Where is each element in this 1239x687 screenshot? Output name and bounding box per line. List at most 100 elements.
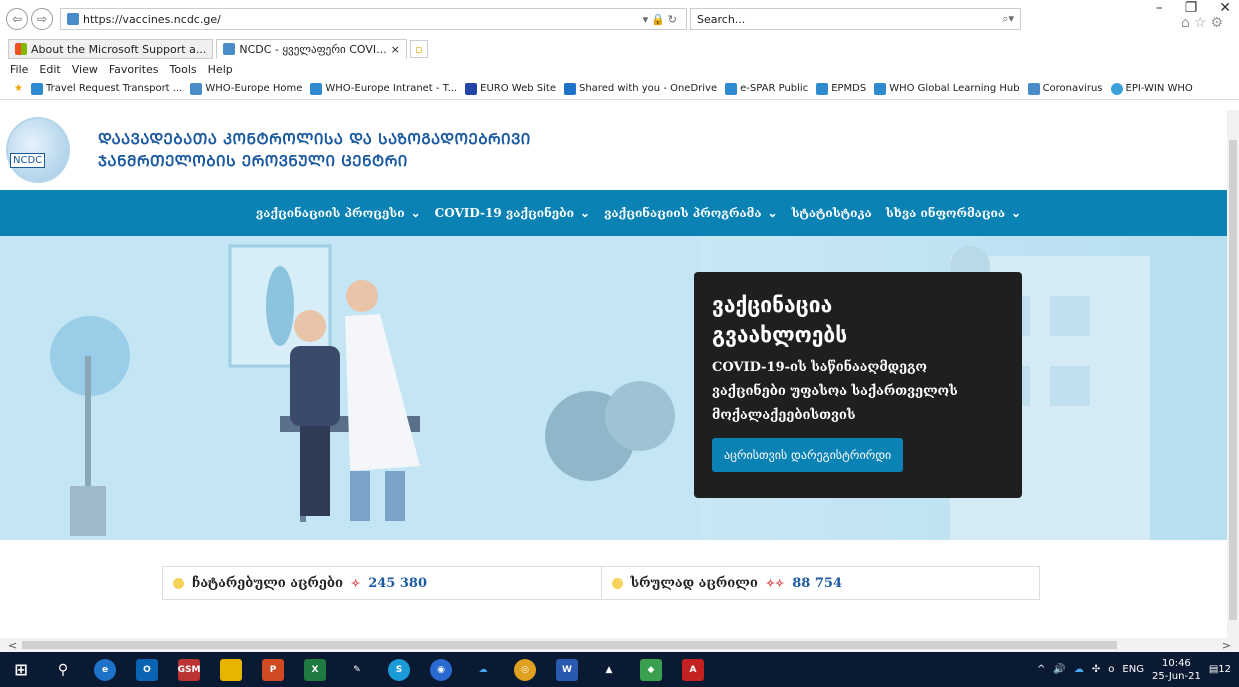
tab-microsoft-support[interactable]: About the Microsoft Support a... xyxy=(8,39,214,59)
stat-value: 245 380 xyxy=(368,575,427,591)
register-button[interactable]: აცრისთვის დარეგისტრირდი xyxy=(712,438,904,472)
chrome-icon[interactable]: ◎ xyxy=(514,658,536,681)
back-button[interactable]: ⇦ xyxy=(6,8,28,30)
favorite-link[interactable]: EURO Web Site xyxy=(465,82,556,95)
tray-expand-icon[interactable]: ^ xyxy=(1037,664,1045,675)
nav-other-info[interactable]: სხვა ინფორმაცია ⌄ xyxy=(886,206,1021,220)
chevron-down-icon: ⌄ xyxy=(1011,206,1022,220)
excel-icon[interactable]: X xyxy=(304,658,326,681)
favorite-link[interactable]: EPMDS xyxy=(816,82,866,95)
app-green-icon[interactable]: ◆ xyxy=(640,658,662,681)
status-dot-icon xyxy=(173,577,184,589)
outlook-icon[interactable]: O xyxy=(136,658,158,681)
favorite-link[interactable]: Coronavirus xyxy=(1027,82,1103,95)
close-icon[interactable]: ✕ xyxy=(1219,0,1231,16)
menu-favorites[interactable]: Favorites xyxy=(109,63,159,76)
window-controls: – ❐ ✕ xyxy=(1156,0,1231,16)
nav-statistics[interactable]: სტატისტიკა xyxy=(792,206,872,220)
hero-title-line2: გვაახლოებს xyxy=(712,323,848,347)
notifications-icon[interactable]: ▤12 xyxy=(1209,664,1231,675)
skype-icon[interactable]: S xyxy=(388,658,410,681)
site-name[interactable]: ᲓᲐᲐᲕᲐᲓᲔᲑᲐᲗᲐ ᲙᲝᲜᲢᲠᲝᲚᲘᲡᲐ ᲓᲐ ᲡᲐᲖᲝᲒᲐᲓᲝᲔᲑᲠᲘᲕᲘ… xyxy=(98,128,531,172)
language-indicator[interactable]: ENG xyxy=(1122,664,1144,675)
clock[interactable]: 10:46 25-Jun-21 xyxy=(1152,657,1201,683)
onedrive-tray-icon[interactable]: ☁ xyxy=(1074,664,1084,675)
favorite-link[interactable]: EPI-WIN WHO xyxy=(1110,82,1193,95)
hero-text: COVID-19-ის საწინააღმდეგო ვაქცინები უფას… xyxy=(712,360,958,423)
dropbox-icon[interactable]: ✣ xyxy=(1092,664,1100,675)
word-icon[interactable]: W xyxy=(556,658,578,681)
horizontal-scrollbar[interactable]: < > xyxy=(0,638,1239,652)
url-field[interactable]: https://vaccines.ncdc.ge/ ▾🔒↻ xyxy=(60,8,687,30)
nav-vaccination-program[interactable]: ვაქცინაციის პროგრამა ⌄ xyxy=(604,206,777,220)
chevron-down-icon: ⌄ xyxy=(410,206,421,220)
search-placeholder: Search... xyxy=(697,12,746,26)
vaccination-illustration xyxy=(0,236,700,540)
favorite-link[interactable]: Travel Request Transport ... xyxy=(30,82,182,95)
internet-explorer-icon[interactable]: e xyxy=(94,658,116,681)
site-header: NCDC ᲓᲐᲐᲕᲐᲓᲔᲑᲐᲗᲐ ᲙᲝᲜᲢᲠᲝᲚᲘᲡᲐ ᲓᲐ ᲡᲐᲖᲝᲒᲐᲓᲝᲔ… xyxy=(0,110,1227,190)
acrobat-icon[interactable]: A xyxy=(682,658,704,681)
sparkle-icon: ✧ xyxy=(350,576,361,590)
url-text: https://vaccines.ncdc.ge/ xyxy=(83,12,221,26)
vertical-scrollbar[interactable] xyxy=(1227,110,1239,638)
address-bar-row: ⇦ ⇨ https://vaccines.ncdc.ge/ ▾🔒↻ Search… xyxy=(0,0,1239,38)
tab-ncdc[interactable]: NCDC - ყველაფერი COVI... × xyxy=(216,39,407,59)
photos-icon[interactable]: ▲ xyxy=(598,659,620,681)
new-tab-button[interactable]: ▫ xyxy=(409,40,428,58)
onedrive-icon[interactable]: ☁ xyxy=(472,659,494,681)
site-favicon xyxy=(67,13,79,25)
search-icon[interactable]: ⚲ xyxy=(52,659,74,681)
menu-view[interactable]: View xyxy=(72,63,98,76)
site-name-line1: ᲓᲐᲐᲕᲐᲓᲔᲑᲐᲗᲐ ᲙᲝᲜᲢᲠᲝᲚᲘᲡᲐ ᲓᲐ ᲡᲐᲖᲝᲒᲐᲓᲝᲔᲑᲠᲘᲕᲘ xyxy=(98,130,531,148)
windows-start-icon[interactable]: ⊞ xyxy=(10,659,32,681)
menu-help[interactable]: Help xyxy=(208,63,233,76)
scroll-thumb[interactable] xyxy=(22,641,1117,649)
favorite-link[interactable]: Shared with you - OneDrive xyxy=(563,82,717,95)
scroll-right-icon[interactable]: > xyxy=(1222,639,1231,652)
powerpoint-icon[interactable]: P xyxy=(262,658,284,681)
site-name-line2: ᲯᲐᲜᲛᲠᲗᲔᲚᲝᲑᲘᲡ ᲔᲠᲝᲕᲜᲣᲚᲘ ᲪᲔᲜᲢᲠᲘ xyxy=(98,152,408,170)
scroll-left-icon[interactable]: < xyxy=(8,639,17,652)
chat-icon[interactable]: ◉ xyxy=(430,658,452,681)
forward-button[interactable]: ⇨ xyxy=(31,8,53,30)
menu-edit[interactable]: Edit xyxy=(39,63,60,76)
hero-title-line1: ვაქცინაცია xyxy=(712,293,833,317)
favorites-star-icon[interactable]: ★ xyxy=(14,83,23,94)
search-icon[interactable]: ⌕▾ xyxy=(1002,12,1014,26)
minimize-icon[interactable]: – xyxy=(1156,0,1163,16)
scroll-thumb[interactable] xyxy=(1229,140,1237,620)
nav-vaccination-process[interactable]: ვაქცინაციის პროცესი ⌄ xyxy=(256,206,421,220)
ncdc-logo[interactable]: NCDC xyxy=(6,117,70,183)
stat-fully-vaccinated: სრულად აცრილი ✧✧ 88 754 xyxy=(600,567,1040,599)
favorite-link[interactable]: WHO-Europe Home xyxy=(190,82,302,95)
menu-tools[interactable]: Tools xyxy=(170,63,197,76)
logo-text: NCDC xyxy=(10,153,46,168)
file-explorer-icon[interactable] xyxy=(220,658,242,681)
gsm-icon[interactable]: GSM xyxy=(178,658,200,681)
stat-value: 88 754 xyxy=(792,575,842,591)
system-tray: ^ 🔊 ☁ ✣ o ENG 10:46 25-Jun-21 ▤12 xyxy=(1037,657,1239,683)
outlook-tray-icon[interactable]: o xyxy=(1108,664,1114,675)
pen-icon[interactable]: ✎ xyxy=(346,659,368,681)
clock-time: 10:46 xyxy=(1161,657,1191,669)
home-star-gear-icons[interactable]: ⌂☆⚙ xyxy=(1181,15,1227,31)
hero-card: ვაქცინაცია გვაახლოებს COVID-19-ის საწინა… xyxy=(694,272,1022,498)
favorite-link[interactable]: WHO-Europe Intranet - T... xyxy=(310,82,457,95)
menu-file[interactable]: File xyxy=(10,63,28,76)
taskbar: ⊞ ⚲ e O GSM P X ✎ S ◉ ☁ ◎ W ▲ ◆ A ^ 🔊 ☁ … xyxy=(0,652,1239,687)
restore-icon[interactable]: ❐ xyxy=(1185,0,1198,16)
favorite-link[interactable]: e-SPAR Public xyxy=(725,82,808,95)
chevron-down-icon: ⌄ xyxy=(580,206,591,220)
stat-label: ჩატარებული აცრები xyxy=(192,575,343,591)
tab-close-icon[interactable]: × xyxy=(391,43,400,56)
stat-vaccinations: ჩატარებული აცრები ✧ 245 380 xyxy=(163,567,601,599)
nav-covid-vaccines[interactable]: COVID-19 ვაქცინები ⌄ xyxy=(435,206,590,220)
search-input[interactable]: Search... ⌕▾ xyxy=(690,8,1021,30)
volume-icon[interactable]: 🔊 xyxy=(1053,664,1065,675)
stats-bar: ჩატარებული აცრები ✧ 245 380 სრულად აცრილ… xyxy=(162,566,1040,600)
favorite-link[interactable]: WHO Global Learning Hub xyxy=(874,82,1020,95)
lock-refresh-icon[interactable]: ▾🔒↻ xyxy=(643,13,680,26)
stat-label: სრულად აცრილი xyxy=(630,575,758,591)
microsoft-icon xyxy=(15,43,27,55)
